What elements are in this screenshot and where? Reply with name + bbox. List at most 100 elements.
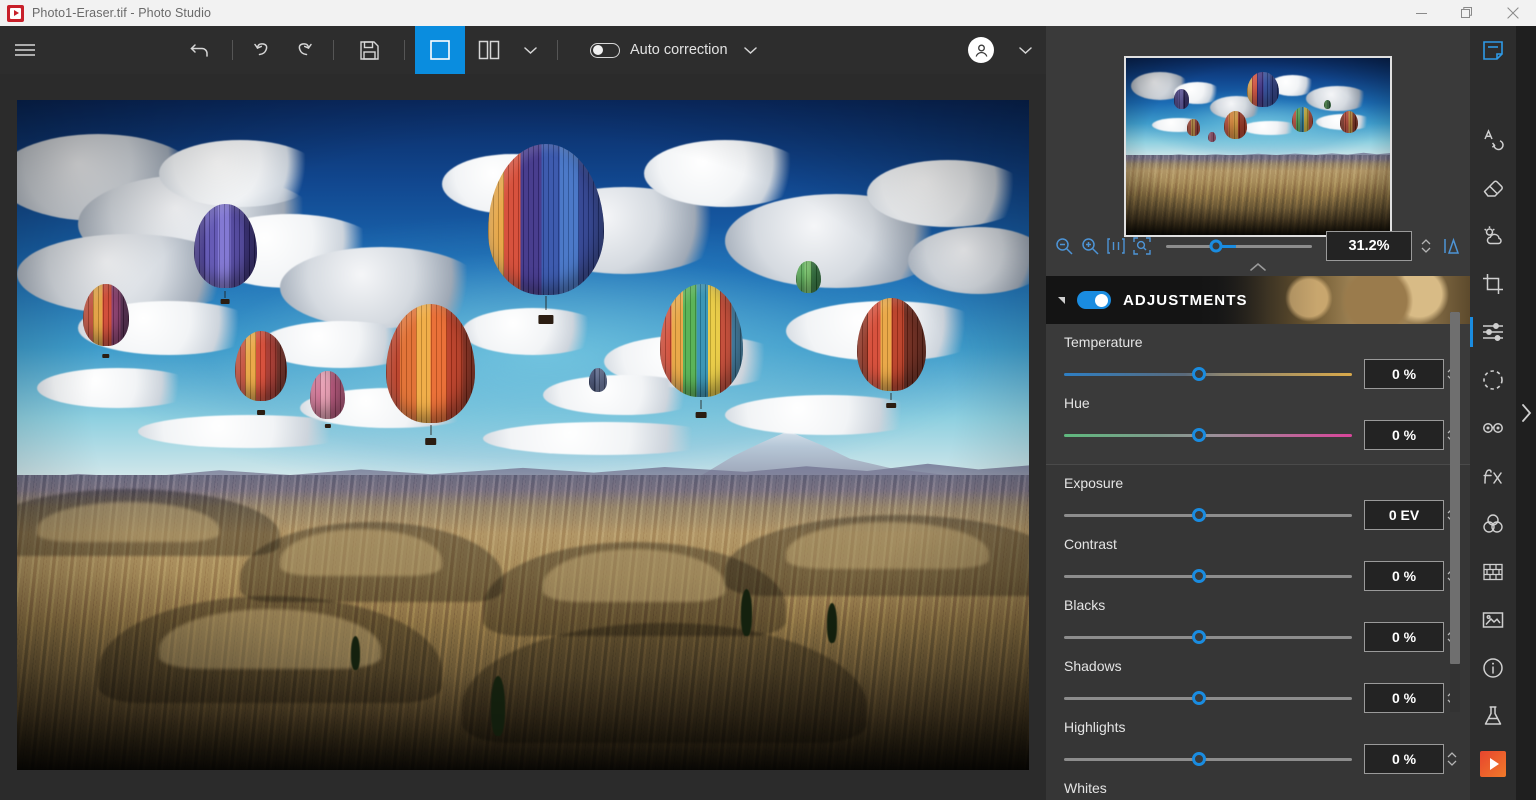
photo-studio-window: Photo1-Eraser.tif - Photo Studio Auto co… (0, 0, 1536, 800)
slider-thumb[interactable] (1192, 691, 1207, 705)
navigator-thumbnail[interactable] (1124, 55, 1392, 237)
single-view-button[interactable] (415, 26, 465, 74)
sidebar-item-frame[interactable] (1470, 596, 1516, 644)
app-icon (7, 4, 24, 22)
temperature-slider[interactable] (1064, 367, 1352, 381)
exposure-value[interactable]: 0 EV (1364, 500, 1444, 530)
collapse-triangle-icon[interactable] (1058, 296, 1065, 304)
edited-photo[interactable] (17, 100, 1029, 770)
view-dropdown-chevron[interactable] (513, 26, 547, 74)
sidebar-item-color-mixer[interactable] (1470, 500, 1516, 548)
slider-label: Whites (1064, 780, 1107, 796)
temperature-value[interactable]: 0 % (1364, 359, 1444, 389)
slider-label: Shadows (1064, 658, 1122, 674)
sidebar-item-info[interactable] (1470, 644, 1516, 692)
zoom-out-icon[interactable] (1054, 236, 1074, 256)
adjustments-header[interactable]: ADJUSTMENTS (1046, 276, 1470, 324)
zoom-stepper[interactable] (1420, 238, 1432, 254)
slider-label: Exposure (1064, 475, 1124, 491)
adjustments-toggle[interactable] (1077, 291, 1111, 309)
highlights-slider[interactable] (1064, 752, 1352, 766)
zoom-slider[interactable] (1166, 239, 1312, 253)
adjustment-row: Exposure 0 EV (1064, 475, 1458, 530)
adjustment-row: Blacks 0 % (1064, 597, 1458, 652)
toolbar-separator (557, 40, 558, 60)
slider-label: Temperature (1064, 334, 1143, 350)
highlights-value[interactable]: 0 % (1364, 744, 1444, 774)
actual-size-icon[interactable] (1106, 236, 1126, 256)
blacks-slider[interactable] (1064, 630, 1352, 644)
auto-correction-control[interactable]: Auto correction (590, 26, 728, 74)
scrollbar-thumb[interactable] (1450, 312, 1460, 664)
sidebar-item-sky[interactable] (1470, 212, 1516, 260)
adjustments-body: Temperature 0 % Hue 0 % Exposure 0 EV Co… (1046, 324, 1470, 800)
hamburger-menu-button[interactable] (0, 26, 50, 74)
hue-value[interactable]: 0 % (1364, 420, 1444, 450)
blacks-value[interactable]: 0 % (1364, 622, 1444, 652)
play-button[interactable] (1470, 740, 1516, 788)
adjustments-title: ADJUSTMENTS (1123, 291, 1248, 309)
shadows-slider[interactable] (1064, 691, 1352, 705)
auto-correction-dropdown-chevron[interactable] (728, 26, 774, 74)
slider-thumb[interactable] (1192, 630, 1207, 644)
zoom-slider-thumb[interactable] (1209, 239, 1223, 253)
adjustment-row: Contrast 0 % (1064, 536, 1458, 591)
sidebar-item-selection[interactable] (1470, 356, 1516, 404)
restore-button[interactable] (1444, 0, 1490, 26)
panel-collapse-handle[interactable] (1046, 258, 1470, 276)
sidebar-item-crop[interactable] (1470, 260, 1516, 308)
adjustment-row: Shadows 0 % (1064, 658, 1458, 713)
slider-label: Blacks (1064, 597, 1106, 613)
redo-button[interactable] (283, 26, 323, 74)
slider-label: Contrast (1064, 536, 1117, 552)
adjustment-row: Temperature 0 % (1064, 334, 1458, 389)
hue-slider[interactable] (1064, 428, 1352, 442)
toolbar-separator (232, 40, 233, 60)
avatar (968, 37, 994, 63)
shadows-value[interactable]: 0 % (1364, 683, 1444, 713)
sidebar-item-notes[interactable] (1470, 26, 1516, 74)
save-button[interactable] (344, 26, 394, 74)
image-canvas-area[interactable] (0, 74, 1046, 800)
adjustment-row: Whites 0 % (1064, 780, 1458, 800)
toolbar-separator (333, 40, 334, 60)
sidebar-item-retouch[interactable] (1470, 116, 1516, 164)
sidebar-item-adjustments[interactable] (1470, 308, 1516, 356)
auto-correction-toggle[interactable] (590, 42, 620, 58)
close-button[interactable] (1490, 0, 1536, 26)
slider-thumb[interactable] (1192, 428, 1207, 442)
slider-thumb[interactable] (1192, 752, 1207, 766)
fit-to-screen-icon[interactable] (1132, 236, 1152, 256)
adjustment-group-tone: Exposure 0 EV Contrast 0 % Blacks 0 % Sh… (1046, 464, 1470, 800)
account-avatar-button[interactable] (958, 26, 1004, 74)
main-toolbar: Auto correction (0, 26, 1046, 74)
split-view-button[interactable] (465, 26, 513, 74)
minimize-button[interactable] (1398, 0, 1444, 26)
contrast-slider[interactable] (1064, 569, 1352, 583)
sidebar-item-effects[interactable] (1470, 452, 1516, 500)
slider-thumb[interactable] (1192, 508, 1207, 522)
revert-button[interactable] (178, 26, 222, 74)
slider-thumb[interactable] (1192, 367, 1207, 381)
adjustment-row: Hue 0 % (1064, 395, 1458, 450)
right-panel: 31.2% ADJUSTMENTS Temperature 0 % Hue 0 … (1046, 26, 1470, 800)
exposure-slider[interactable] (1064, 508, 1352, 522)
highlights-stepper[interactable] (1446, 751, 1458, 767)
slider-thumb[interactable] (1192, 569, 1207, 583)
undo-button[interactable] (243, 26, 283, 74)
adjustments-scrollbar[interactable] (1450, 312, 1460, 712)
vignette-overlay (17, 100, 1029, 770)
zoom-level-input[interactable]: 31.2% (1326, 231, 1412, 261)
zoom-in-icon[interactable] (1080, 236, 1100, 256)
account-dropdown-chevron[interactable] (1004, 26, 1046, 74)
sidebar-item-masking[interactable] (1470, 404, 1516, 452)
histogram-icon[interactable] (1442, 237, 1462, 255)
contrast-value[interactable]: 0 % (1364, 561, 1444, 591)
panel-expand-handle[interactable] (1516, 26, 1536, 800)
sidebar-item-experimental[interactable] (1470, 692, 1516, 740)
play-button-icon (1480, 751, 1506, 777)
sidebar-item-texture[interactable] (1470, 548, 1516, 596)
sidebar-item-eraser[interactable] (1470, 164, 1516, 212)
adjustment-row: Highlights 0 % (1064, 719, 1458, 774)
title-bar: Photo1-Eraser.tif - Photo Studio (0, 0, 1536, 26)
